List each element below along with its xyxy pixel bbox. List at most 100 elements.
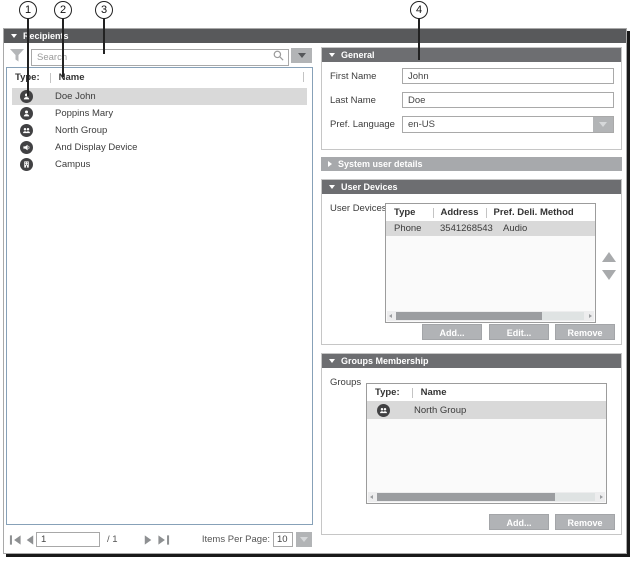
- column-type[interactable]: Type: [394, 207, 415, 218]
- search-icon[interactable]: [272, 49, 285, 67]
- recipients-list-header[interactable]: Type: Name: [7, 68, 312, 84]
- items-per-page-label: Items Per Page:: [202, 534, 270, 545]
- list-item-campus[interactable]: Campus: [12, 156, 307, 173]
- callout-4-number: 4: [416, 4, 422, 16]
- next-page-icon[interactable]: [142, 534, 155, 546]
- horizontal-scrollbar[interactable]: [387, 311, 594, 321]
- search-options-dropdown[interactable]: [291, 48, 312, 63]
- scroll-left-icon[interactable]: [389, 314, 392, 318]
- groups-remove-button[interactable]: Remove: [555, 514, 615, 530]
- column-address[interactable]: Address: [440, 207, 478, 218]
- page-number-input[interactable]: [36, 532, 100, 547]
- device-type: Phone: [394, 223, 440, 234]
- scroll-right-icon[interactable]: [600, 495, 603, 499]
- groups-table: Type: Name North Group: [366, 383, 607, 504]
- details-panel: General First Name Last Name Pref. Langu…: [317, 43, 626, 553]
- screenshot-root: 1 2 3 4 Recipients: [0, 0, 632, 562]
- items-per-page-value[interactable]: 10: [273, 532, 293, 547]
- speaker-icon: [20, 141, 33, 154]
- pref-language-dropdown-button[interactable]: [593, 117, 613, 132]
- collapse-arrow-icon: [329, 359, 335, 363]
- last-name-field[interactable]: [402, 92, 614, 108]
- device-address: 3541268543: [440, 223, 503, 234]
- recipients-window: Recipients Type: Name: [3, 28, 627, 554]
- last-name-label: Last Name: [330, 95, 376, 106]
- groups-add-button[interactable]: Add...: [489, 514, 549, 530]
- callout-3: 3: [95, 1, 113, 19]
- horizontal-scrollbar[interactable]: [368, 492, 605, 502]
- list-item-poppins-mary[interactable]: Poppins Mary: [12, 105, 307, 122]
- recipients-list: Type: Name Doe John: [6, 67, 313, 525]
- column-name[interactable]: Name: [421, 387, 447, 398]
- callout-2-number: 2: [60, 4, 66, 16]
- user-devices-title: User Devices: [341, 182, 398, 192]
- column-type[interactable]: Type:: [375, 387, 400, 398]
- column-separator: [486, 208, 487, 218]
- person-icon: [20, 107, 33, 120]
- general-title: General: [341, 50, 375, 60]
- column-separator: [303, 72, 304, 82]
- column-separator: [412, 388, 413, 398]
- user-devices-label: User Devices: [330, 203, 387, 214]
- general-section-header[interactable]: General: [322, 48, 621, 62]
- callout-line-2: [62, 18, 64, 77]
- list-item-north-group[interactable]: North Group: [12, 122, 307, 139]
- collapse-arrow-icon: [329, 53, 335, 57]
- search-box: [31, 47, 289, 64]
- move-up-icon[interactable]: [602, 252, 616, 262]
- device-row-phone[interactable]: Phone 3541268543 Audio: [386, 221, 595, 236]
- group-row-north-group[interactable]: North Group: [367, 401, 606, 419]
- group-icon: [20, 124, 33, 137]
- pagination-bar: / 1 Items Per Page: 10: [4, 532, 317, 549]
- devices-remove-button[interactable]: Remove: [555, 324, 615, 340]
- list-item-and-display-device[interactable]: And Display Device: [12, 139, 307, 156]
- recipient-name: Campus: [55, 159, 90, 170]
- user-devices-table-header[interactable]: Type Address Pref. Deli. Method: [386, 204, 595, 221]
- last-page-icon[interactable]: [157, 534, 170, 546]
- column-separator: [433, 208, 434, 218]
- recipient-name: Doe John: [55, 91, 96, 102]
- device-method: Audio: [503, 223, 527, 234]
- devices-edit-button[interactable]: Edit...: [489, 324, 549, 340]
- system-user-details-header[interactable]: System user details: [321, 157, 622, 171]
- callout-2: 2: [54, 1, 72, 19]
- chevron-down-icon: [599, 122, 607, 127]
- group-icon: [377, 404, 390, 417]
- callout-4: 4: [410, 1, 428, 19]
- first-page-icon[interactable]: [9, 534, 22, 546]
- scrollbar-track[interactable]: [542, 312, 584, 320]
- pref-language-select[interactable]: en-US: [402, 116, 614, 133]
- devices-add-button[interactable]: Add...: [422, 324, 482, 340]
- previous-page-icon[interactable]: [23, 534, 36, 546]
- group-name: North Group: [414, 405, 466, 416]
- general-section: General First Name Last Name Pref. Langu…: [321, 47, 622, 150]
- list-item-doe-john[interactable]: Doe John: [12, 88, 307, 105]
- pref-language-value: en-US: [408, 119, 435, 130]
- chevron-down-icon: [298, 53, 306, 58]
- user-devices-section-header[interactable]: User Devices: [322, 180, 621, 194]
- column-method[interactable]: Pref. Deli. Method: [493, 207, 573, 218]
- chevron-down-icon: [300, 537, 308, 542]
- callout-1-number: 1: [25, 4, 31, 16]
- scroll-right-icon[interactable]: [589, 314, 592, 318]
- items-per-page-dropdown[interactable]: [296, 532, 312, 547]
- user-devices-table: Type Address Pref. Deli. Method Phone 35…: [385, 203, 596, 323]
- first-name-label: First Name: [330, 71, 376, 82]
- search-input[interactable]: [31, 49, 289, 66]
- recipients-panel-header[interactable]: Recipients: [4, 29, 626, 43]
- groups-membership-section-header[interactable]: Groups Membership: [322, 354, 621, 368]
- groups-table-header[interactable]: Type: Name: [367, 384, 606, 401]
- first-name-field[interactable]: [402, 68, 614, 84]
- move-down-icon[interactable]: [602, 270, 616, 280]
- collapse-arrow-icon: [11, 34, 17, 38]
- groups-membership-title: Groups Membership: [341, 356, 429, 366]
- scrollbar-thumb[interactable]: [396, 312, 542, 320]
- system-user-details-title: System user details: [338, 159, 423, 169]
- scroll-left-icon[interactable]: [370, 495, 373, 499]
- filter-icon[interactable]: [8, 46, 26, 64]
- scrollbar-thumb[interactable]: [377, 493, 555, 501]
- page-count-label: / 1: [107, 534, 118, 545]
- recipient-name: North Group: [55, 125, 107, 136]
- scrollbar-track[interactable]: [555, 493, 595, 501]
- recipients-rows: Doe John Poppins Mary North Group: [7, 88, 312, 173]
